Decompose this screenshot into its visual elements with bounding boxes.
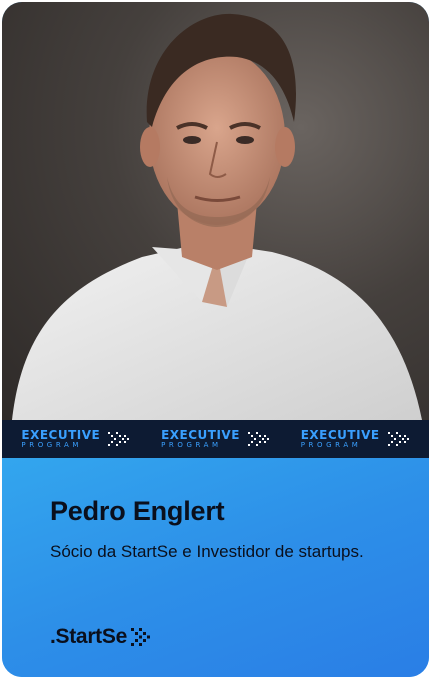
dotted-arrow-icon xyxy=(247,432,270,446)
executive-program-logo: EXECUTIVE PROGRAM xyxy=(301,429,410,449)
brand-label: .StartSe xyxy=(50,625,127,648)
executive-program-logo: EXECUTIVE PROGRAM xyxy=(161,429,270,449)
strip-title: EXECUTIVE xyxy=(21,428,101,442)
speaker-photo xyxy=(2,2,429,420)
strip-subtitle: PROGRAM xyxy=(300,441,362,449)
strip-subtitle: PROGRAM xyxy=(21,441,83,449)
startse-logo: .StartSe xyxy=(50,625,153,649)
strip-title: EXECUTIVE xyxy=(300,428,380,442)
executive-program-strip: EXECUTIVE PROGRAM EXECUTIVE PROGRAM EXEC… xyxy=(2,420,429,458)
dotted-arrow-icon xyxy=(108,432,130,446)
speaker-role: Sócio da StartSe e Investidor de startup… xyxy=(50,542,364,561)
executive-program-logo: EXECUTIVE PROGRAM xyxy=(21,429,130,449)
chevron-arrows-icon xyxy=(130,628,153,646)
speaker-card: EXECUTIVE PROGRAM EXECUTIVE PROGRAM EXEC… xyxy=(2,2,429,677)
strip-subtitle: PROGRAM xyxy=(161,441,222,449)
strip-title: EXECUTIVE xyxy=(161,428,240,442)
speaker-name: Pedro Englert xyxy=(50,496,225,526)
dotted-arrow-icon xyxy=(387,432,410,446)
portrait-illustration xyxy=(12,13,422,420)
speaker-info-panel: Pedro Englert Sócio da StartSe e Investi… xyxy=(2,458,429,677)
